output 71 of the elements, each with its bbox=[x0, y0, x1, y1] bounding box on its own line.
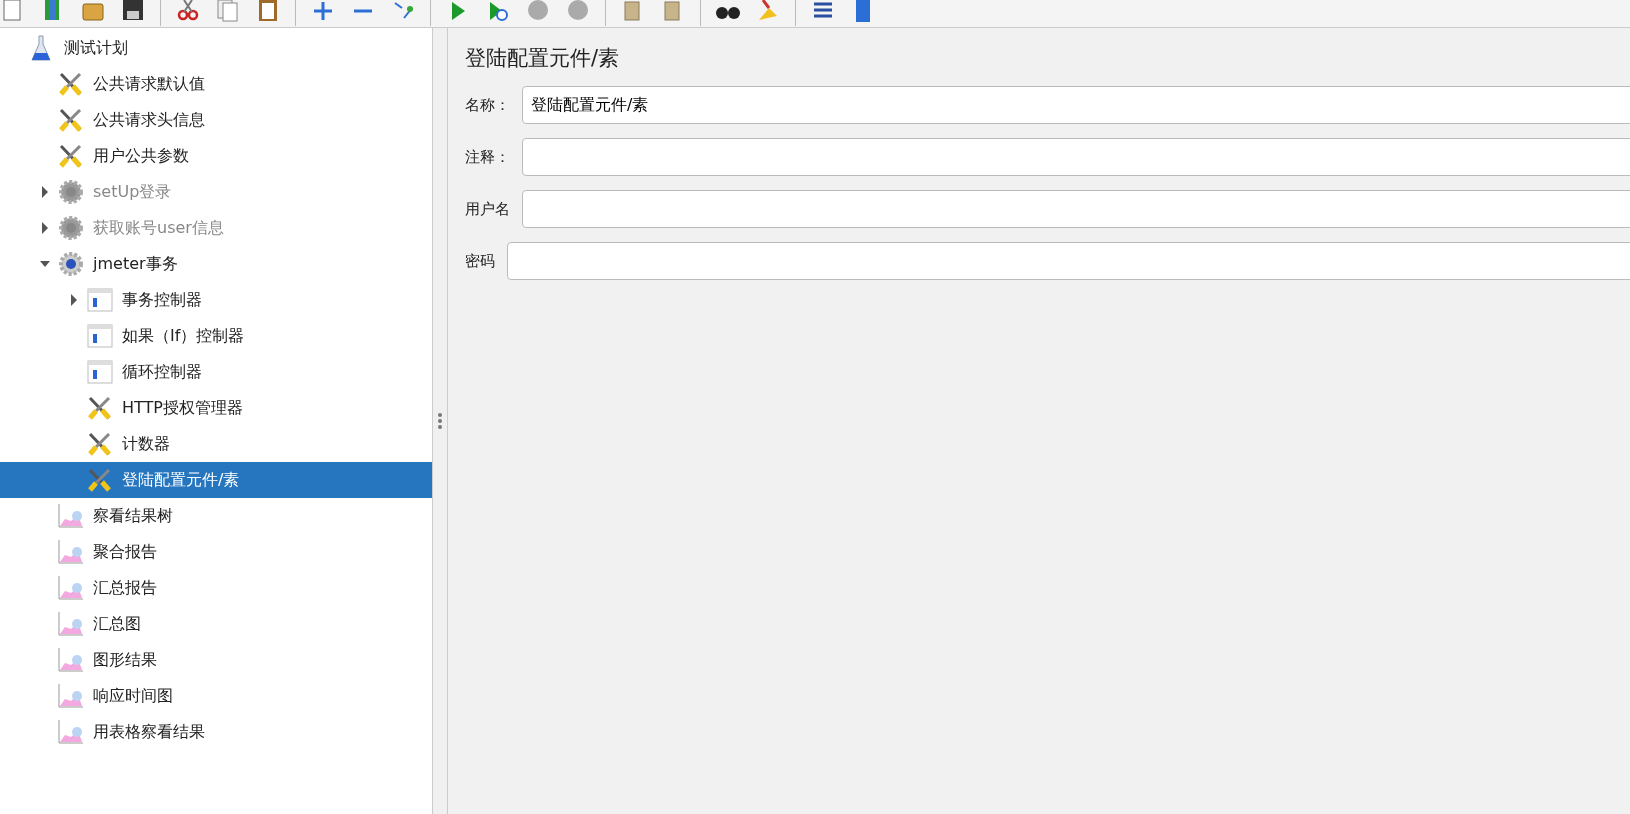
input-field[interactable] bbox=[522, 138, 1630, 176]
graph-icon bbox=[57, 610, 85, 638]
tree-item-label: 用表格察看结果 bbox=[92, 721, 205, 743]
tree-item[interactable]: 公共请求默认值 bbox=[0, 66, 432, 102]
tree-item[interactable]: 登陆配置元件/素 bbox=[0, 462, 432, 498]
tree-item-label: 登陆配置元件/素 bbox=[121, 469, 240, 491]
tree-item[interactable]: 测试计划 bbox=[0, 30, 432, 66]
tree-item-label: 计数器 bbox=[121, 433, 170, 455]
input-field[interactable] bbox=[507, 242, 1630, 280]
field-label: 注释： bbox=[465, 147, 510, 167]
tree-item-label: HTTP授权管理器 bbox=[121, 397, 243, 419]
tree-item-label: 公共请求默认值 bbox=[92, 73, 205, 95]
controller-icon bbox=[86, 322, 114, 350]
tree-item[interactable]: 事务控制器 bbox=[0, 282, 432, 318]
controller-icon bbox=[86, 358, 114, 386]
field-label: 密码 bbox=[465, 251, 495, 271]
controller-icon bbox=[86, 286, 114, 314]
graph-icon bbox=[57, 538, 85, 566]
graph-icon bbox=[57, 574, 85, 602]
folder-icon[interactable] bbox=[80, 0, 106, 22]
tree-item-label: 事务控制器 bbox=[121, 289, 202, 311]
tree-item[interactable]: 图形结果 bbox=[0, 642, 432, 678]
tree-item[interactable]: 聚合报告 bbox=[0, 534, 432, 570]
wrench-screwdriver-icon bbox=[57, 142, 85, 170]
tree-item[interactable]: 察看结果树 bbox=[0, 498, 432, 534]
wrench-screwdriver-icon bbox=[86, 466, 114, 494]
cut-icon[interactable] bbox=[175, 0, 201, 22]
wrench-screwdriver-icon bbox=[57, 70, 85, 98]
tree-item[interactable]: 用户公共参数 bbox=[0, 138, 432, 174]
tree-item-label: 测试计划 bbox=[63, 37, 128, 59]
splitter-handle[interactable] bbox=[433, 28, 448, 814]
tree-item[interactable]: 汇总报告 bbox=[0, 570, 432, 606]
gear-icon bbox=[57, 250, 85, 278]
field-label: 用户名 bbox=[465, 199, 510, 219]
tree-item[interactable]: 汇总图 bbox=[0, 606, 432, 642]
tree-item[interactable]: 响应时间图 bbox=[0, 678, 432, 714]
panel-title: 登陆配置元件/素 bbox=[465, 45, 621, 72]
tree-item-label: 响应时间图 bbox=[92, 685, 173, 707]
input-field[interactable]: 登陆配置元件/素 bbox=[522, 86, 1630, 124]
tree-item[interactable]: 如果（If）控制器 bbox=[0, 318, 432, 354]
tree-item[interactable]: 用表格察看结果 bbox=[0, 714, 432, 750]
wrench-screwdriver-icon bbox=[86, 430, 114, 458]
save-icon[interactable] bbox=[120, 0, 146, 22]
tree-item-label: 用户公共参数 bbox=[92, 145, 189, 167]
tree-item-label: 获取账号user信息 bbox=[92, 217, 224, 239]
graph-icon bbox=[57, 646, 85, 674]
tree-item-label: 察看结果树 bbox=[92, 505, 173, 527]
tree-item-label: setUp登录 bbox=[92, 181, 172, 203]
graph-icon bbox=[57, 502, 85, 530]
wrench-screwdriver-icon bbox=[57, 106, 85, 134]
tree-item-label: 图形结果 bbox=[92, 649, 157, 671]
tree-item[interactable]: 循环控制器 bbox=[0, 354, 432, 390]
expand-icon[interactable] bbox=[69, 294, 79, 306]
tree-item-label: 循环控制器 bbox=[121, 361, 202, 383]
tree-item-label: 聚合报告 bbox=[92, 541, 157, 563]
input-field[interactable] bbox=[522, 190, 1630, 228]
gear-icon bbox=[57, 178, 85, 206]
tree-item-label: jmeter事务 bbox=[91, 253, 178, 275]
tree-item[interactable]: HTTP授权管理器 bbox=[0, 390, 432, 426]
wrench-screwdriver-icon bbox=[86, 394, 114, 422]
graph-icon bbox=[57, 682, 85, 710]
tree-item[interactable]: jmeter事务 bbox=[0, 246, 432, 282]
tree-item-label: 汇总报告 bbox=[92, 577, 157, 599]
field-label: 名称： bbox=[465, 95, 510, 115]
graph-icon bbox=[57, 718, 85, 746]
tree-item-label: 汇总图 bbox=[92, 613, 141, 635]
tree-item-label: 公共请求头信息 bbox=[92, 109, 205, 131]
tree-item[interactable]: 计数器 bbox=[0, 426, 432, 462]
tree-item[interactable]: 公共请求头信息 bbox=[0, 102, 432, 138]
gear-icon bbox=[57, 214, 85, 242]
tree-item-label: 如果（If）控制器 bbox=[121, 325, 245, 347]
